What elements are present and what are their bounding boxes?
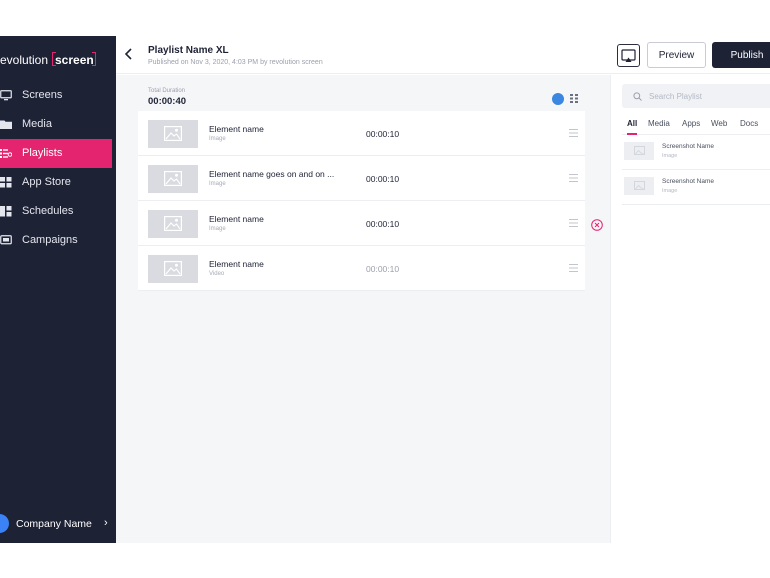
element-name: Element name <box>209 259 264 269</box>
image-placeholder-icon <box>634 146 645 155</box>
chevron-right-icon: › <box>104 517 108 529</box>
sidebar-item-campaigns[interactable]: Campaigns <box>0 226 112 255</box>
publish-info: Published on Nov 3, 2020, 4:03 PM by rev… <box>148 59 323 66</box>
image-placeholder-icon <box>164 216 182 231</box>
sidebar-item-schedules[interactable]: Schedules <box>0 197 112 226</box>
company-name: Company Name <box>16 518 92 530</box>
grid-view-icon[interactable] <box>570 94 579 103</box>
library-panel: All Media Apps Web Docs Screenshot Name … <box>610 75 770 543</box>
element-thumbnail <box>148 165 198 193</box>
publish-button[interactable]: Publish <box>712 42 770 68</box>
monitor-icon <box>0 90 12 101</box>
brand-logo[interactable]: revolution screen <box>0 50 116 70</box>
element-type: Image <box>209 136 226 142</box>
drag-handle-icon[interactable] <box>569 219 578 227</box>
element-thumbnail <box>148 210 198 238</box>
element-duration[interactable]: 00:00:10 <box>366 219 399 229</box>
sidebar-item-label: Schedules <box>22 205 74 217</box>
brand-word-screen: screen <box>55 53 94 67</box>
grid-icon <box>0 177 12 188</box>
library-tabs: All Media Apps Web Docs <box>622 119 770 135</box>
view-toggle-dot[interactable] <box>552 93 564 105</box>
element-duration[interactable]: 00:00:10 <box>366 129 399 139</box>
campaign-icon <box>0 235 12 245</box>
playlist-editor: Total Duration 00:00:40 Element name Ima… <box>116 75 610 543</box>
folder-icon <box>0 120 12 129</box>
element-thumbnail <box>148 255 198 283</box>
element-name: Element name goes on and on ... <box>209 169 335 179</box>
drag-handle-icon[interactable] <box>569 129 578 137</box>
element-name: Element name <box>209 124 264 134</box>
playlist-icon <box>0 149 12 158</box>
element-thumbnail <box>148 120 198 148</box>
element-type: Video <box>209 271 225 277</box>
sidebar-item-label: Playlists <box>22 147 63 159</box>
cast-icon <box>621 49 636 62</box>
sidebar-item-media[interactable]: Media <box>0 110 112 139</box>
element-duration[interactable]: 00:00:10 <box>366 264 399 274</box>
element-type: Image <box>209 226 226 232</box>
preview-button[interactable]: Preview <box>647 42 706 68</box>
image-placeholder-icon <box>164 126 182 141</box>
tab-apps[interactable]: Apps <box>682 119 700 135</box>
list-item[interactable]: Screenshot Name Image <box>622 135 770 170</box>
page-title: Playlist Name XL <box>148 45 229 56</box>
app-window: revolution screen Screens Media Playlist… <box>0 36 770 543</box>
list-item[interactable]: Element name Image 00:00:10 <box>138 201 585 246</box>
sidebar-item-label: Screens <box>22 89 63 101</box>
sidebar-item-label: Campaigns <box>22 234 78 246</box>
playlist-elements: Element name Image 00:00:10 Element name… <box>138 111 585 291</box>
image-placeholder-icon <box>164 261 182 276</box>
brand-word-revolution: revolution <box>0 53 49 67</box>
avatar <box>0 514 9 533</box>
screenshot-thumbnail <box>624 177 654 195</box>
drag-handle-icon[interactable] <box>569 264 578 272</box>
screenshot-name: Screenshot Name <box>662 178 715 185</box>
sidebar-item-app-store[interactable]: App Store <box>0 168 112 197</box>
sidebar-item-screens[interactable]: Screens <box>0 81 112 110</box>
schedule-icon <box>0 206 12 217</box>
element-type: Image <box>209 181 226 187</box>
sidebar: revolution screen Screens Media Playlist… <box>0 36 116 543</box>
list-item[interactable]: Element name Video 00:00:10 <box>138 246 585 291</box>
tab-web[interactable]: Web <box>711 119 727 135</box>
image-placeholder-icon <box>164 171 182 186</box>
screenshot-type: Image <box>662 153 678 159</box>
screenshot-name: Screenshot Name <box>662 143 715 150</box>
search-input[interactable] <box>622 84 770 108</box>
back-chevron-icon[interactable] <box>122 46 136 62</box>
library-items: Screenshot Name Image Screenshot Name Im… <box>622 135 770 205</box>
company-switcher[interactable]: Company Name › <box>0 512 116 538</box>
tab-all[interactable]: All <box>627 119 638 135</box>
screenshot-thumbnail <box>624 142 654 160</box>
image-placeholder-icon <box>634 181 645 190</box>
list-item[interactable]: Screenshot Name Image <box>622 170 770 205</box>
sidebar-nav: Screens Media Playlists App Store Schedu… <box>0 81 116 255</box>
search-icon <box>633 92 642 101</box>
sidebar-item-label: App Store <box>22 176 71 188</box>
element-name: Element name <box>209 214 264 224</box>
list-item[interactable]: Element name goes on and on ... Image 00… <box>138 156 585 201</box>
list-item[interactable]: Element name Image 00:00:10 <box>138 111 585 156</box>
tab-docs[interactable]: Docs <box>740 119 758 135</box>
cast-button[interactable] <box>617 44 640 67</box>
screenshot-type: Image <box>662 188 678 194</box>
logo-bracket-right <box>92 52 96 66</box>
element-duration[interactable]: 00:00:10 <box>366 174 399 184</box>
total-duration-label: Total Duration <box>148 88 186 94</box>
page-header: Playlist Name XL Published on Nov 3, 202… <box>116 36 770 74</box>
tab-media[interactable]: Media <box>648 119 670 135</box>
sidebar-item-playlists[interactable]: Playlists <box>0 139 112 168</box>
sidebar-item-label: Media <box>22 118 52 130</box>
total-duration-value: 00:00:40 <box>148 96 187 107</box>
drag-handle-icon[interactable] <box>569 174 578 182</box>
remove-element-icon[interactable] <box>591 219 603 231</box>
